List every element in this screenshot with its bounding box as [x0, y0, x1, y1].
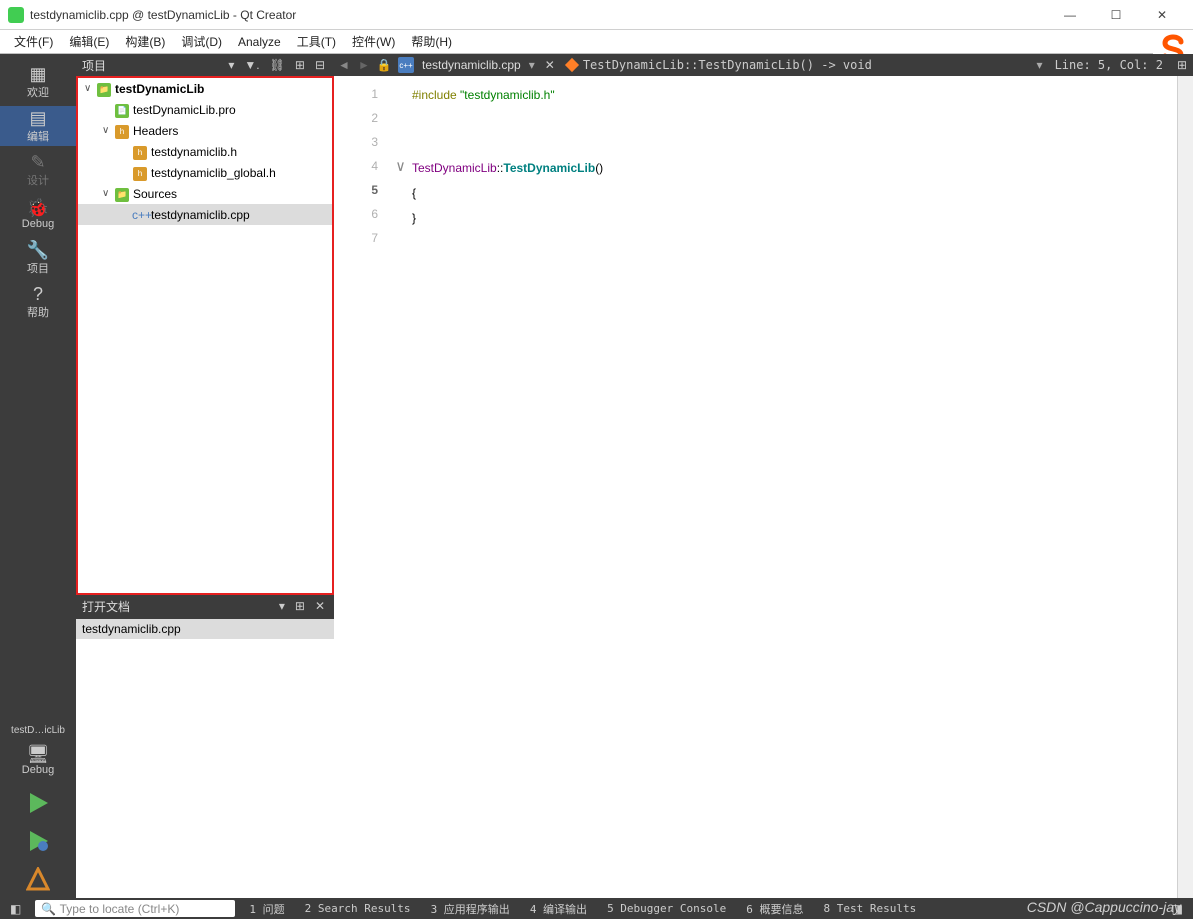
- search-icon: 🔍: [41, 902, 56, 916]
- tree-item-label: testdynamiclib.cpp: [151, 208, 250, 222]
- tree-item[interactable]: ∨📁Sources: [78, 183, 332, 204]
- tree-item-label: testdynamiclib.h: [151, 145, 237, 159]
- mode-welcome[interactable]: ▦欢迎: [0, 62, 76, 102]
- menu-tools[interactable]: 工具(T): [289, 31, 344, 53]
- cursor-position: Line: 5, Col: 2: [1047, 58, 1171, 72]
- editor-close-icon[interactable]: ✕: [539, 58, 561, 72]
- minimize-button[interactable]: —: [1047, 0, 1093, 30]
- file-icon: c++: [132, 208, 148, 222]
- breadcrumb-diamond-icon: [565, 58, 579, 72]
- project-panel-header: 项目 ▾ ▼. ⛓ ⊞ ⊟: [76, 54, 334, 76]
- side-panel: 项目 ▾ ▼. ⛓ ⊞ ⊟ ∨📁testDynamicLib📄testDynam…: [76, 54, 334, 898]
- mode-project[interactable]: 🔧项目: [0, 238, 76, 278]
- menu-edit[interactable]: 编辑(E): [61, 31, 117, 53]
- open-doc-item[interactable]: testdynamiclib.cpp: [76, 619, 334, 639]
- tree-item[interactable]: ∨📁testDynamicLib: [78, 78, 332, 99]
- file-icon: h: [114, 123, 130, 139]
- line-gutter: 1234567: [334, 76, 396, 898]
- tree-item[interactable]: htestdynamiclib_global.h: [78, 162, 332, 183]
- panel-dropdown-icon[interactable]: ▾: [225, 58, 237, 72]
- fold-column[interactable]: ∨: [396, 76, 408, 898]
- mode-help[interactable]: ?帮助: [0, 282, 76, 322]
- editor-area: ◄ ► 🔒 c++ testdynamiclib.cpp ▾ ✕ TestDyn…: [334, 54, 1193, 898]
- tree-item-label: testDynamicLib: [115, 82, 204, 96]
- close-button[interactable]: ✕: [1139, 0, 1185, 30]
- file-icon: h: [132, 165, 148, 181]
- output-general[interactable]: 6 概要信息: [740, 901, 809, 917]
- menu-analyze[interactable]: Analyze: [230, 31, 289, 53]
- menu-help[interactable]: 帮助(H): [403, 31, 460, 53]
- open-docs-header: 打开文档 ▾ ⊞ ✕: [76, 595, 334, 617]
- file-icon: 📄: [114, 102, 130, 118]
- locator-input[interactable]: 🔍 Type to locate (Ctrl+K): [35, 900, 235, 917]
- tree-item-label: testdynamiclib_global.h: [151, 166, 276, 180]
- open-docs-split-icon[interactable]: ⊞: [292, 599, 308, 613]
- mode-bar: ▦欢迎 ▤编辑 ✎设计 🐞Debug 🔧项目 ?帮助 testD…icLib 🖥…: [0, 54, 76, 898]
- open-docs-close-icon[interactable]: ✕: [312, 599, 328, 613]
- menu-file[interactable]: 文件(F): [6, 31, 61, 53]
- file-icon: h: [132, 144, 148, 160]
- tree-item[interactable]: ∨hHeaders: [78, 120, 332, 141]
- status-bar: ◧ 🔍 Type to locate (Ctrl+K) 1 问题 2 Searc…: [0, 898, 1193, 919]
- code-editor[interactable]: 1234567 ∨ #include "testdynamiclib.h" Te…: [334, 76, 1193, 898]
- symbol-breadcrumb[interactable]: TestDynamicLib::TestDynamicLib() -> void: [583, 58, 1033, 72]
- output-debugger[interactable]: 5 Debugger Console: [601, 902, 732, 915]
- editor-filename[interactable]: testdynamiclib.cpp: [418, 58, 525, 72]
- tree-item-label: testDynamicLib.pro: [133, 103, 236, 117]
- tree-item[interactable]: 📄testDynamicLib.pro: [78, 99, 332, 120]
- chevron-icon[interactable]: ∨: [102, 125, 114, 136]
- tree-item[interactable]: c++testdynamiclib.cpp: [78, 204, 332, 225]
- window-titlebar: testdynamiclib.cpp @ testDynamicLib - Qt…: [0, 0, 1193, 30]
- split-icon[interactable]: ⊞: [292, 58, 308, 72]
- tree-item-label: Headers: [133, 124, 178, 138]
- tree-item[interactable]: htestdynamiclib.h: [78, 141, 332, 162]
- debug-run-button[interactable]: [21, 824, 55, 858]
- open-docs-list: testdynamiclib.cpp: [76, 617, 334, 898]
- mode-edit[interactable]: ▤编辑: [0, 106, 76, 146]
- window-title: testdynamiclib.cpp @ testDynamicLib - Qt…: [30, 8, 1047, 22]
- mode-design[interactable]: ✎设计: [0, 150, 76, 190]
- chevron-icon[interactable]: ∨: [84, 83, 96, 94]
- lock-icon[interactable]: 🔒: [374, 58, 394, 72]
- cpp-file-icon: c++: [398, 57, 414, 73]
- chevron-icon[interactable]: ∨: [102, 188, 114, 199]
- output-issues[interactable]: 1 问题: [243, 901, 290, 917]
- open-docs-dropdown-icon[interactable]: ▾: [276, 599, 288, 613]
- build-button[interactable]: [21, 862, 55, 896]
- toggle-sidepanel-icon[interactable]: ◧: [4, 902, 27, 916]
- project-panel-title: 项目: [82, 57, 221, 74]
- filename-dropdown-icon[interactable]: ▾: [525, 58, 539, 72]
- output-search[interactable]: 2 Search Results: [299, 902, 417, 915]
- project-tree[interactable]: ∨📁testDynamicLib📄testDynamicLib.pro∨hHea…: [76, 76, 334, 595]
- split-editor-icon[interactable]: ⊞: [1171, 58, 1193, 72]
- nav-fwd-icon[interactable]: ►: [354, 58, 374, 72]
- tree-item-label: Sources: [133, 187, 177, 201]
- open-docs-title: 打开文档: [82, 598, 272, 615]
- filter-icon[interactable]: ▼.: [241, 58, 262, 72]
- collapse-icon[interactable]: ⊟: [312, 58, 328, 72]
- output-compile[interactable]: 4 编译输出: [524, 901, 593, 917]
- file-icon: 📁: [96, 81, 112, 97]
- mode-debug[interactable]: 🐞Debug: [0, 194, 76, 234]
- kit-selector[interactable]: 🖥Debug: [0, 740, 76, 780]
- editor-toolbar: ◄ ► 🔒 c++ testdynamiclib.cpp ▾ ✕ TestDyn…: [334, 54, 1193, 76]
- output-test[interactable]: 8 Test Results: [818, 902, 923, 915]
- qt-icon: [8, 7, 24, 23]
- toggle-output-icon[interactable]: ◨: [1166, 902, 1189, 916]
- link-icon[interactable]: ⛓: [267, 58, 288, 72]
- locator-placeholder: Type to locate (Ctrl+K): [60, 902, 180, 916]
- menu-debug[interactable]: 调试(D): [173, 31, 230, 53]
- code-content[interactable]: #include "testdynamiclib.h" TestDynamicL…: [408, 76, 1177, 898]
- menu-build[interactable]: 构建(B): [117, 31, 173, 53]
- output-appoutput[interactable]: 3 应用程序输出: [425, 901, 516, 917]
- run-button[interactable]: [21, 786, 55, 820]
- maximize-button[interactable]: ☐: [1093, 0, 1139, 30]
- breadcrumb-dropdown-icon[interactable]: ▾: [1033, 58, 1047, 72]
- nav-back-icon[interactable]: ◄: [334, 58, 354, 72]
- menu-widgets[interactable]: 控件(W): [344, 31, 403, 53]
- menubar: 文件(F) 编辑(E) 构建(B) 调试(D) Analyze 工具(T) 控件…: [0, 30, 1193, 54]
- file-icon: 📁: [114, 186, 130, 202]
- vertical-scrollbar[interactable]: [1177, 76, 1193, 898]
- kit-selector-label[interactable]: testD…icLib: [11, 725, 65, 736]
